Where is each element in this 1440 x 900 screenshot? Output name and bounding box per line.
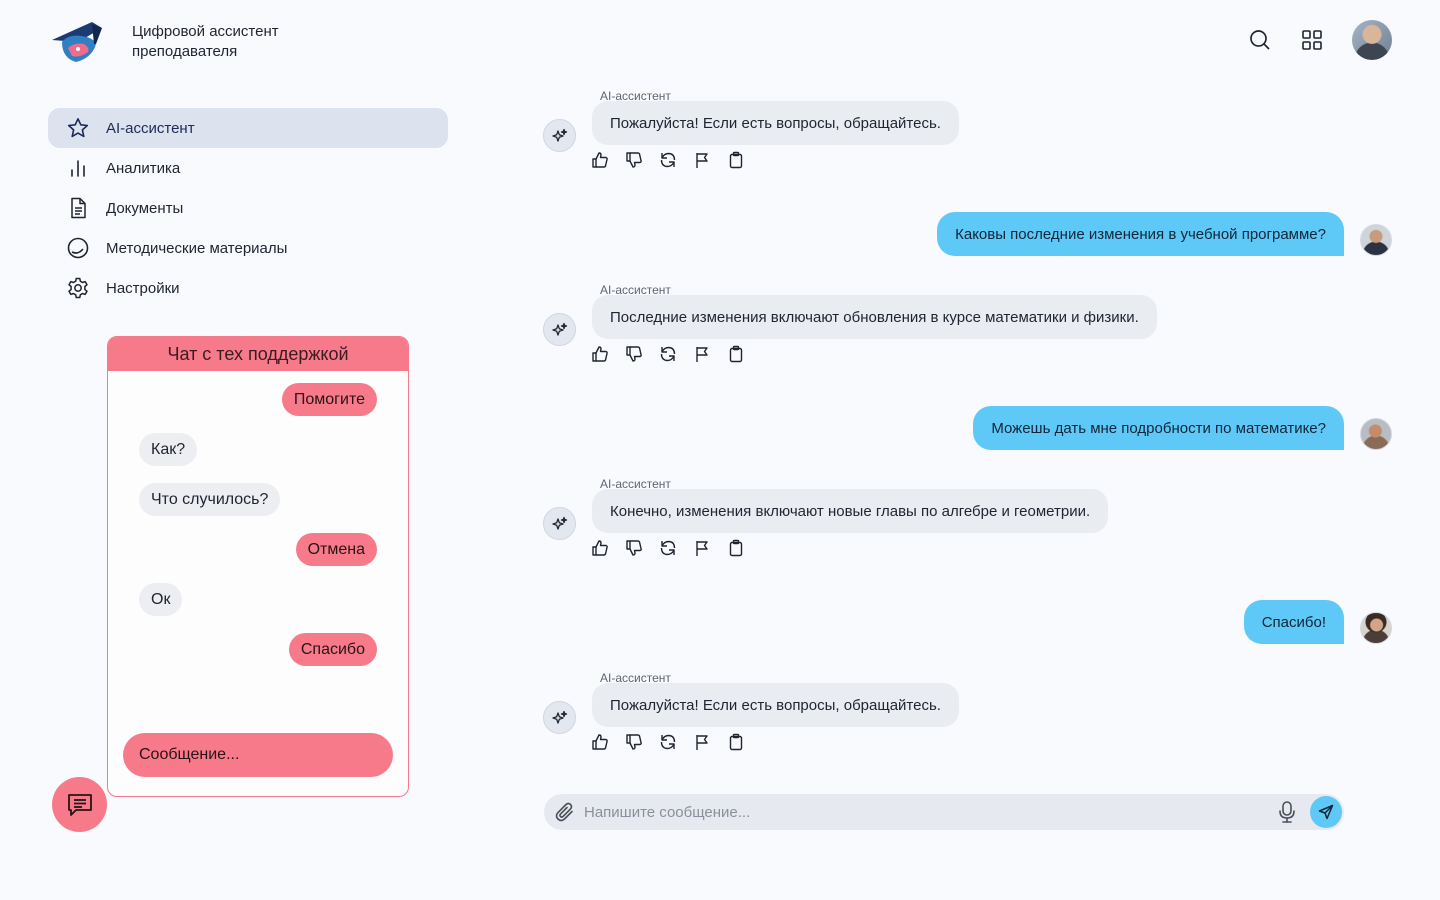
dislike-icon[interactable] xyxy=(625,733,643,751)
support-message: Отмена xyxy=(295,533,377,566)
sidebar-item-analytics[interactable]: Аналитика xyxy=(48,148,448,188)
assistant-avatar xyxy=(543,119,576,152)
sparkles-icon xyxy=(551,710,567,724)
support-chat-title: Чат с тех поддержкой xyxy=(108,337,408,371)
regenerate-icon[interactable] xyxy=(659,733,677,751)
gear-icon xyxy=(66,276,90,300)
apps-grid-icon xyxy=(1302,30,1322,50)
sidebar-item-materials[interactable]: Методические материалы xyxy=(48,228,448,268)
copy-icon[interactable] xyxy=(727,345,745,363)
assistant-message-text: Последние изменения включают обновления … xyxy=(592,295,1157,339)
sidebar-item-label: Документы xyxy=(106,199,184,217)
sidebar-item-label: Настройки xyxy=(106,279,180,297)
support-chat-panel: Чат с тех поддержкой Помогите Как? Что с… xyxy=(107,336,409,797)
support-message: Что случилось? xyxy=(139,483,281,516)
dislike-icon[interactable] xyxy=(625,151,643,169)
flag-icon[interactable] xyxy=(693,151,711,169)
user-message-avatar xyxy=(1360,418,1392,450)
flag-icon[interactable] xyxy=(693,345,711,363)
attach-icon[interactable] xyxy=(554,801,576,823)
copy-icon[interactable] xyxy=(727,151,745,169)
support-message: Ок xyxy=(139,583,183,616)
star-icon xyxy=(66,116,90,140)
dislike-icon[interactable] xyxy=(625,539,643,557)
flag-icon[interactable] xyxy=(693,539,711,557)
assistant-message-text: Пожалуйста! Если есть вопросы, обращайте… xyxy=(592,101,959,145)
support-chat-toggle-button[interactable] xyxy=(52,777,107,832)
app-title: Цифровой ассистент преподавателя xyxy=(132,23,279,60)
document-icon xyxy=(66,196,90,220)
search-icon xyxy=(1250,30,1270,50)
sidebar-item-label: Аналитика xyxy=(106,159,181,177)
assistant-message-text: Пожалуйста! Если есть вопросы, обращайте… xyxy=(592,683,959,727)
sparkles-icon xyxy=(551,516,567,530)
user-message-avatar xyxy=(1360,224,1392,256)
send-icon xyxy=(1318,804,1334,820)
message-input[interactable] xyxy=(584,803,1276,821)
user-message: Каковы последние изменения в учебной про… xyxy=(937,212,1344,256)
send-button[interactable] xyxy=(1310,796,1342,828)
sidebar-item-settings[interactable]: Настройки xyxy=(48,268,448,308)
copy-icon[interactable] xyxy=(727,539,745,557)
message-composer xyxy=(544,794,1344,830)
dislike-icon[interactable] xyxy=(625,345,643,363)
support-message-input[interactable]: Сообщение... xyxy=(123,733,393,777)
assistant-avatar xyxy=(543,701,576,734)
sidebar-item-documents[interactable]: Документы xyxy=(48,188,448,228)
circle-icon xyxy=(66,236,90,260)
user-message: Спасибо! xyxy=(1243,600,1344,644)
user-message-text: Спасибо! xyxy=(1243,600,1344,644)
logo-icon xyxy=(48,18,106,66)
copy-icon[interactable] xyxy=(727,733,745,751)
regenerate-icon[interactable] xyxy=(659,151,677,169)
flag-icon[interactable] xyxy=(693,733,711,751)
like-icon[interactable] xyxy=(591,539,609,557)
message-actions xyxy=(591,151,761,169)
assistant-avatar xyxy=(543,507,576,540)
user-message: Можешь дать мне подробности по математик… xyxy=(973,406,1344,450)
sparkles-icon xyxy=(551,128,567,142)
microphone-icon[interactable] xyxy=(1276,800,1298,824)
search-button[interactable] xyxy=(1240,20,1280,60)
chat-message-icon xyxy=(67,793,92,816)
regenerate-icon[interactable] xyxy=(659,539,677,557)
assistant-avatar xyxy=(543,313,576,346)
user-avatar[interactable] xyxy=(1352,20,1392,60)
sidebar-item-label: AI-ассистент xyxy=(106,119,195,137)
user-message-text: Можешь дать мне подробности по математик… xyxy=(973,406,1344,450)
support-message: Спасибо xyxy=(288,633,377,666)
message-actions xyxy=(591,539,761,557)
support-message: Как? xyxy=(139,433,198,466)
regenerate-icon[interactable] xyxy=(659,345,677,363)
like-icon[interactable] xyxy=(591,151,609,169)
bar-chart-icon xyxy=(66,156,90,180)
assistant-message-text: Конечно, изменения включают новые главы … xyxy=(592,489,1109,533)
message-actions xyxy=(591,733,761,751)
like-icon[interactable] xyxy=(591,345,609,363)
message-actions xyxy=(591,345,761,363)
sidebar-item-label: Методические материалы xyxy=(106,239,288,257)
sidebar-item-ai-assistant[interactable]: AI-ассистент xyxy=(48,108,448,148)
sparkles-icon xyxy=(551,322,567,336)
like-icon[interactable] xyxy=(591,733,609,751)
support-message: Помогите xyxy=(281,383,377,416)
user-message-text: Каковы последние изменения в учебной про… xyxy=(937,212,1344,256)
user-message-avatar xyxy=(1360,612,1392,644)
sidebar-nav: AI-ассистент Аналитика Документы Методич… xyxy=(48,108,448,308)
apps-grid-button[interactable] xyxy=(1292,20,1332,60)
